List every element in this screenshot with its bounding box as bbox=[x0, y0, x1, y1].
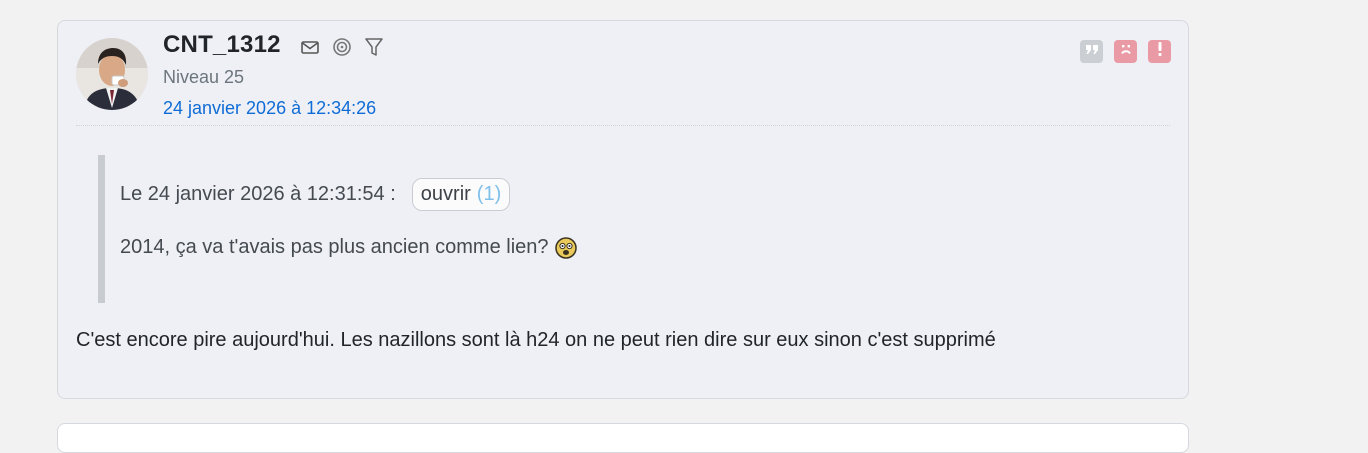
sad-face-icon bbox=[1118, 41, 1134, 62]
post-message: C'est encore pire aujourd'hui. Les nazil… bbox=[76, 329, 996, 351]
avatar[interactable] bbox=[76, 38, 148, 110]
quoted-message: Le 24 janvier 2026 à 12:31:54 : ouvrir (… bbox=[98, 155, 1105, 303]
sad-button[interactable] bbox=[1114, 40, 1137, 63]
quote-text: 2014, ça va t'avais pas plus ancien comm… bbox=[120, 236, 549, 258]
header-separator bbox=[76, 125, 1170, 126]
open-quote-button[interactable]: ouvrir (1) bbox=[411, 178, 511, 211]
filter-icon[interactable] bbox=[363, 36, 385, 58]
username[interactable]: CNT_1312 bbox=[163, 31, 281, 59]
forum-post: CNT_1312 Niveau 25 24 janvier 2026 à 12:… bbox=[57, 20, 1189, 399]
report-icon bbox=[1154, 41, 1166, 62]
report-button[interactable] bbox=[1148, 40, 1171, 63]
quote-icon bbox=[1085, 42, 1099, 61]
post-actions bbox=[1080, 40, 1171, 63]
mail-icon[interactable] bbox=[299, 36, 321, 58]
quote-text-line: 2014, ça va t'avais pas plus ancien comm… bbox=[120, 236, 577, 259]
user-level: Niveau 25 bbox=[163, 67, 245, 87]
quote-header: Le 24 janvier 2026 à 12:31:54 : ouvrir (… bbox=[120, 178, 511, 211]
quote-button[interactable] bbox=[1080, 40, 1103, 63]
post-date-link[interactable]: 24 janvier 2026 à 12:34:26 bbox=[163, 98, 376, 119]
quote-date: Le 24 janvier 2026 à 12:31:54 : bbox=[120, 183, 396, 205]
spiral-icon[interactable] bbox=[331, 36, 353, 58]
shocked-smiley-icon bbox=[554, 236, 577, 259]
open-count: (1) bbox=[476, 183, 502, 205]
open-label: ouvrir bbox=[420, 183, 471, 205]
user-actions bbox=[299, 36, 385, 58]
